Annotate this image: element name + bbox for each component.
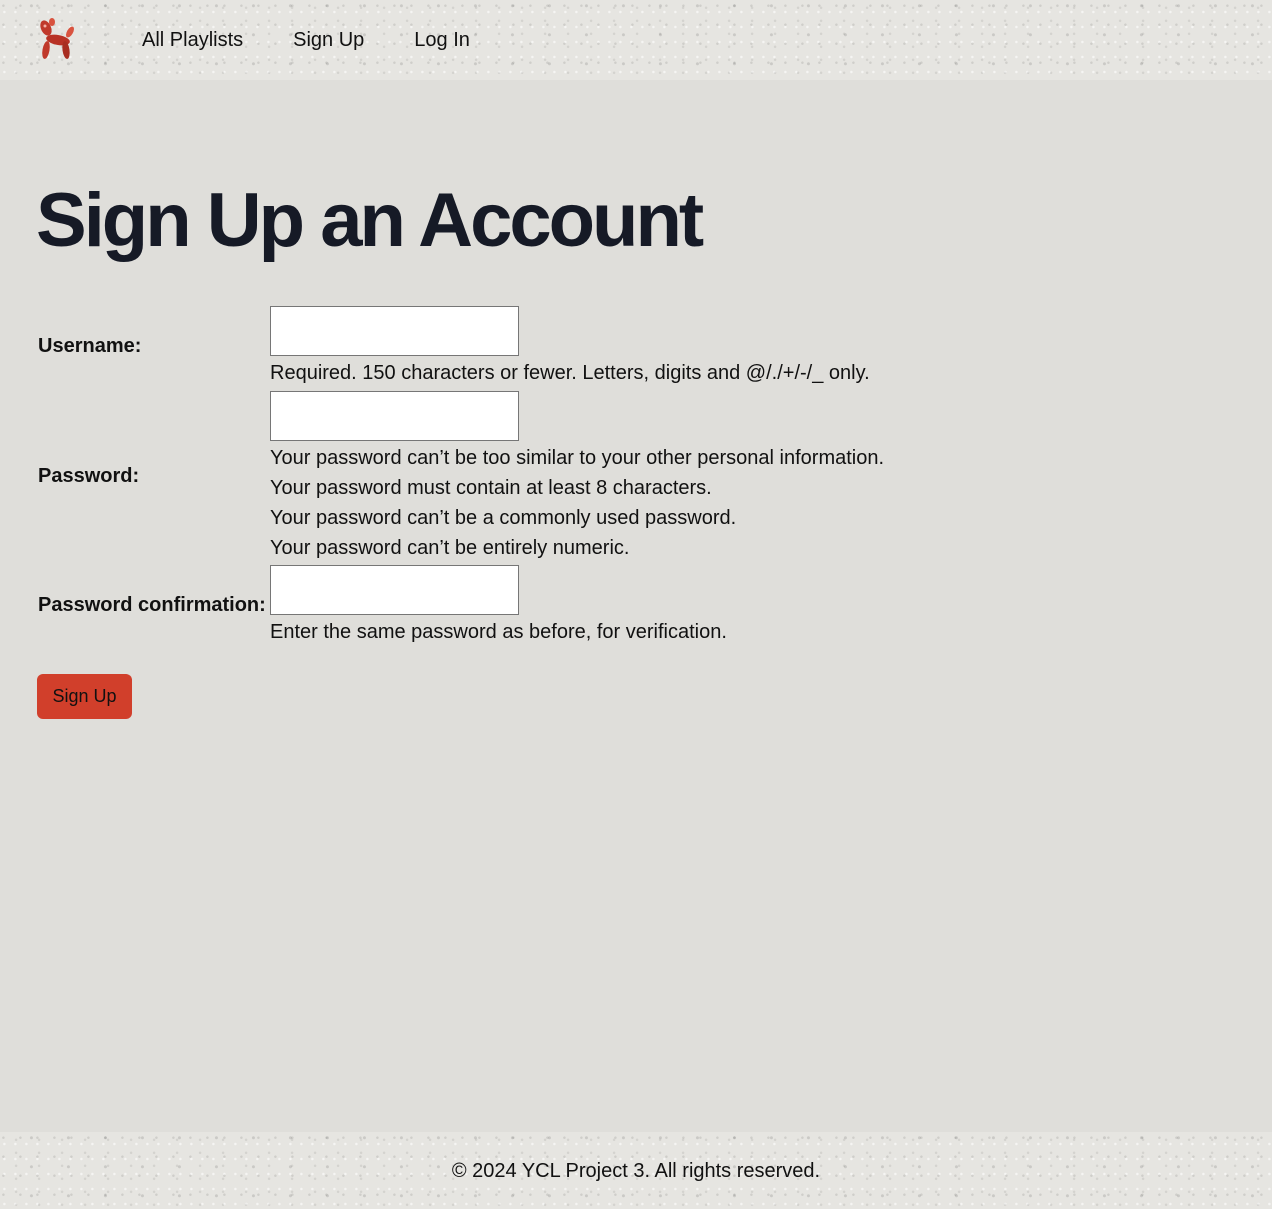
nav-all-playlists[interactable]: All Playlists — [142, 28, 243, 52]
username-input[interactable] — [270, 306, 519, 356]
password-label: Password: — [38, 465, 140, 487]
balloon-dog-logo-icon[interactable] — [36, 18, 76, 62]
password-help-similar: Your password can’t be too similar to yo… — [270, 447, 885, 469]
password-help-length: Your password must contain at least 8 ch… — [270, 477, 712, 499]
main-nav: All Playlists Sign Up Log In — [142, 28, 520, 52]
password-confirmation-input[interactable] — [270, 565, 519, 615]
username-label: Username: — [38, 335, 142, 357]
password-help-numeric: Your password can’t be entirely numeric. — [270, 537, 630, 559]
password-help-common: Your password can’t be a commonly used p… — [270, 507, 737, 529]
site-footer: © 2024 YCL Project 3. All rights reserve… — [0, 1132, 1272, 1209]
page-title: Sign Up an Account — [36, 178, 704, 263]
nav-log-in[interactable]: Log In — [414, 28, 470, 52]
password-confirmation-label: Password confirmation: — [38, 594, 266, 616]
sign-up-submit-button[interactable]: Sign Up — [37, 674, 132, 719]
username-help: Required. 150 characters or fewer. Lette… — [270, 362, 870, 384]
copyright-text: © 2024 YCL Project 3. All rights reserve… — [451, 1160, 821, 1182]
password-input[interactable] — [270, 391, 519, 441]
nav-sign-up[interactable]: Sign Up — [293, 28, 364, 52]
site-header: All Playlists Sign Up Log In — [0, 0, 1272, 80]
password-confirmation-help: Enter the same password as before, for v… — [270, 621, 727, 643]
